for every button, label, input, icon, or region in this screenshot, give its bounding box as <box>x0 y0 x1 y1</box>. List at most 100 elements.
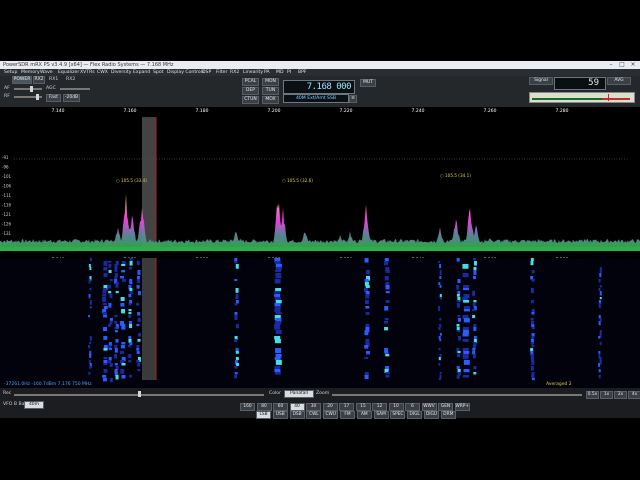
agc-mode-select[interactable]: Fast <box>46 94 61 102</box>
mode-button-spec[interactable]: SPEC <box>390 411 406 419</box>
waterfall-signal-trace <box>531 327 535 330</box>
band-button-wrp-[interactable]: WRP+ <box>454 403 470 411</box>
menu-item-diversity[interactable]: Diversity <box>111 69 131 76</box>
dx-spot-label[interactable]: ○ 105.5 (33.4) <box>116 178 147 183</box>
mode-button-dsb[interactable]: DSB <box>289 411 305 419</box>
menu-item-display-controls[interactable]: Display Controls <box>167 69 204 76</box>
band-button-12[interactable]: 12 <box>372 403 387 411</box>
vfo-frequency-display[interactable]: 7.168 000 <box>283 80 355 94</box>
menu-item-bpf[interactable]: BPF <box>298 69 307 76</box>
pan-scroll-knob[interactable] <box>138 391 141 397</box>
menu-item-spot[interactable]: Spot <box>153 69 163 76</box>
menu-item-filter[interactable]: Filter <box>216 69 227 76</box>
band-button-60[interactable]: 60 <box>273 403 288 411</box>
mode-button-lsb[interactable]: LSB <box>256 411 271 419</box>
waterfall-signal-trace <box>456 303 460 308</box>
spectrum-trace[interactable] <box>0 194 640 250</box>
menu-item-wave[interactable]: Wave <box>40 69 53 76</box>
waterfall-signal-trace <box>274 357 281 361</box>
menu-item-memory[interactable]: Memory <box>21 69 40 76</box>
agc-threshold-select[interactable]: -20dB <box>63 94 80 102</box>
mode-button-drm[interactable]: DRM <box>440 411 456 419</box>
menu-item-pa[interactable]: PA <box>264 69 270 76</box>
zoom-button-4x[interactable]: 4x <box>628 391 640 399</box>
band-button-gen[interactable]: GEN <box>438 403 453 411</box>
rx1-radio-label[interactable]: RX1 <box>49 77 58 82</box>
zoom-slider[interactable] <box>332 394 582 396</box>
waterfall-signal-trace <box>384 306 389 311</box>
af-slider[interactable] <box>14 88 42 90</box>
waterfall-signal-trace <box>274 291 281 294</box>
waterfall-signal-trace <box>108 291 112 294</box>
waterfall-signal-trace <box>121 327 126 330</box>
rx2-button[interactable]: RX2 <box>33 76 45 84</box>
menu-item-setup[interactable]: Setup <box>4 69 17 76</box>
menu-item-expand[interactable]: Expand <box>133 69 150 76</box>
mode-button-digu[interactable]: DIGU <box>424 411 439 419</box>
band-button-17[interactable]: 17 <box>339 403 354 411</box>
waterfall-svg[interactable] <box>0 258 640 388</box>
mode-button-digl[interactable]: DIGL <box>407 411 423 419</box>
mode-button-am[interactable]: AM <box>356 411 372 419</box>
zoom-button-0-5x[interactable]: 0.5x <box>586 391 599 399</box>
rx2-radio-label[interactable]: RX2 <box>66 77 75 82</box>
display-mode-select[interactable]: Panafall <box>284 390 314 398</box>
menu-item-rx2[interactable]: RX2 <box>230 69 239 76</box>
menu-item-md[interactable]: MD <box>276 69 284 76</box>
menu-item-dsp[interactable]: DSP <box>202 69 211 76</box>
band-button-wwv[interactable]: WWV <box>421 403 437 411</box>
waterfall-signal-trace <box>108 285 112 289</box>
rf-slider-knob[interactable] <box>36 94 39 100</box>
zoom-button-1x[interactable]: 1x <box>600 391 613 399</box>
ctun-button[interactable]: CTUN <box>242 96 259 104</box>
meter-avg-select[interactable]: AVG <box>607 77 631 85</box>
tun-button[interactable]: TUN <box>262 87 279 95</box>
waterfall-display[interactable]: -37261.0Hz -160.7dBm 7.176 750 MHz Avera… <box>0 258 640 388</box>
band-button-160[interactable]: 160 <box>240 403 255 411</box>
spectrum-svg[interactable]: 7.140 7.160 7.180 7.200 7.220 7.240 7.260 7.280… <box>0 107 640 267</box>
dx-spot-label[interactable]: ○ 105.5 (32.6) <box>282 178 313 183</box>
band-button-6[interactable]: 6 <box>405 403 420 411</box>
mox-button[interactable]: MOX <box>262 96 279 104</box>
band-button-40[interactable]: 40 <box>289 403 305 411</box>
waterfall-signal-trace <box>121 264 126 267</box>
minimize-button[interactable]: – <box>606 61 616 69</box>
waterfall-signal-trace <box>274 294 281 297</box>
zoom-button-2x[interactable]: 2x <box>614 391 627 399</box>
band-button-80[interactable]: 80 <box>256 403 272 411</box>
agc-slider[interactable] <box>60 88 90 90</box>
mode-button-fm[interactable]: FM <box>340 411 355 419</box>
dep-button[interactable]: DEP <box>242 87 259 95</box>
waterfall-signal-trace <box>530 318 534 321</box>
menu-item-pi[interactable]: PI <box>287 69 291 76</box>
mode-button-usb[interactable]: USB <box>272 411 288 419</box>
mode-button-cwl[interactable]: CWL <box>306 411 322 419</box>
pcal-button[interactable]: PCAL <box>242 78 259 86</box>
af-slider-knob[interactable] <box>30 86 33 92</box>
panadapter[interactable]: 7.140 7.160 7.180 7.200 7.220 7.240 7.260 7.280… <box>0 107 640 263</box>
menu-item-equalizer[interactable]: Equalizer <box>58 69 79 76</box>
waterfall-signal-trace <box>472 351 476 355</box>
waterfall-signal-trace <box>121 309 126 314</box>
mode-button-cwu[interactable]: CWU <box>323 411 339 419</box>
band-button-30[interactable]: 30 <box>306 403 321 411</box>
menu-item-xvtrs[interactable]: XVTRs <box>80 69 95 76</box>
close-button[interactable]: × <box>628 61 638 69</box>
mon-button[interactable]: MON <box>262 78 279 86</box>
menu-item-cwx[interactable]: CWX <box>97 69 108 76</box>
mut-button[interactable]: MUT <box>360 79 376 87</box>
power-button[interactable]: POWER <box>12 76 32 84</box>
band-stack-display[interactable]: 40M Ext/Amt SSB <box>283 94 349 103</box>
band-stack-menu-button[interactable]: ≡ <box>349 95 357 103</box>
meter-mode-select[interactable]: Signal <box>529 77 553 85</box>
vfo-band-select[interactable]: 40m <box>24 401 44 409</box>
vfo-frequency[interactable]: 7.168 000 <box>307 82 352 92</box>
dx-spot-label[interactable]: ○ 105.5 (34.1) <box>440 173 471 178</box>
menu-item-linearity[interactable]: Linearity <box>243 69 263 76</box>
waterfall-signal-trace <box>598 351 601 354</box>
maximize-button[interactable]: □ <box>617 61 627 69</box>
band-button-15[interactable]: 15 <box>355 403 371 411</box>
band-button-10[interactable]: 10 <box>388 403 404 411</box>
band-button-20[interactable]: 20 <box>322 403 338 411</box>
mode-button-sam[interactable]: SAM <box>373 411 389 419</box>
